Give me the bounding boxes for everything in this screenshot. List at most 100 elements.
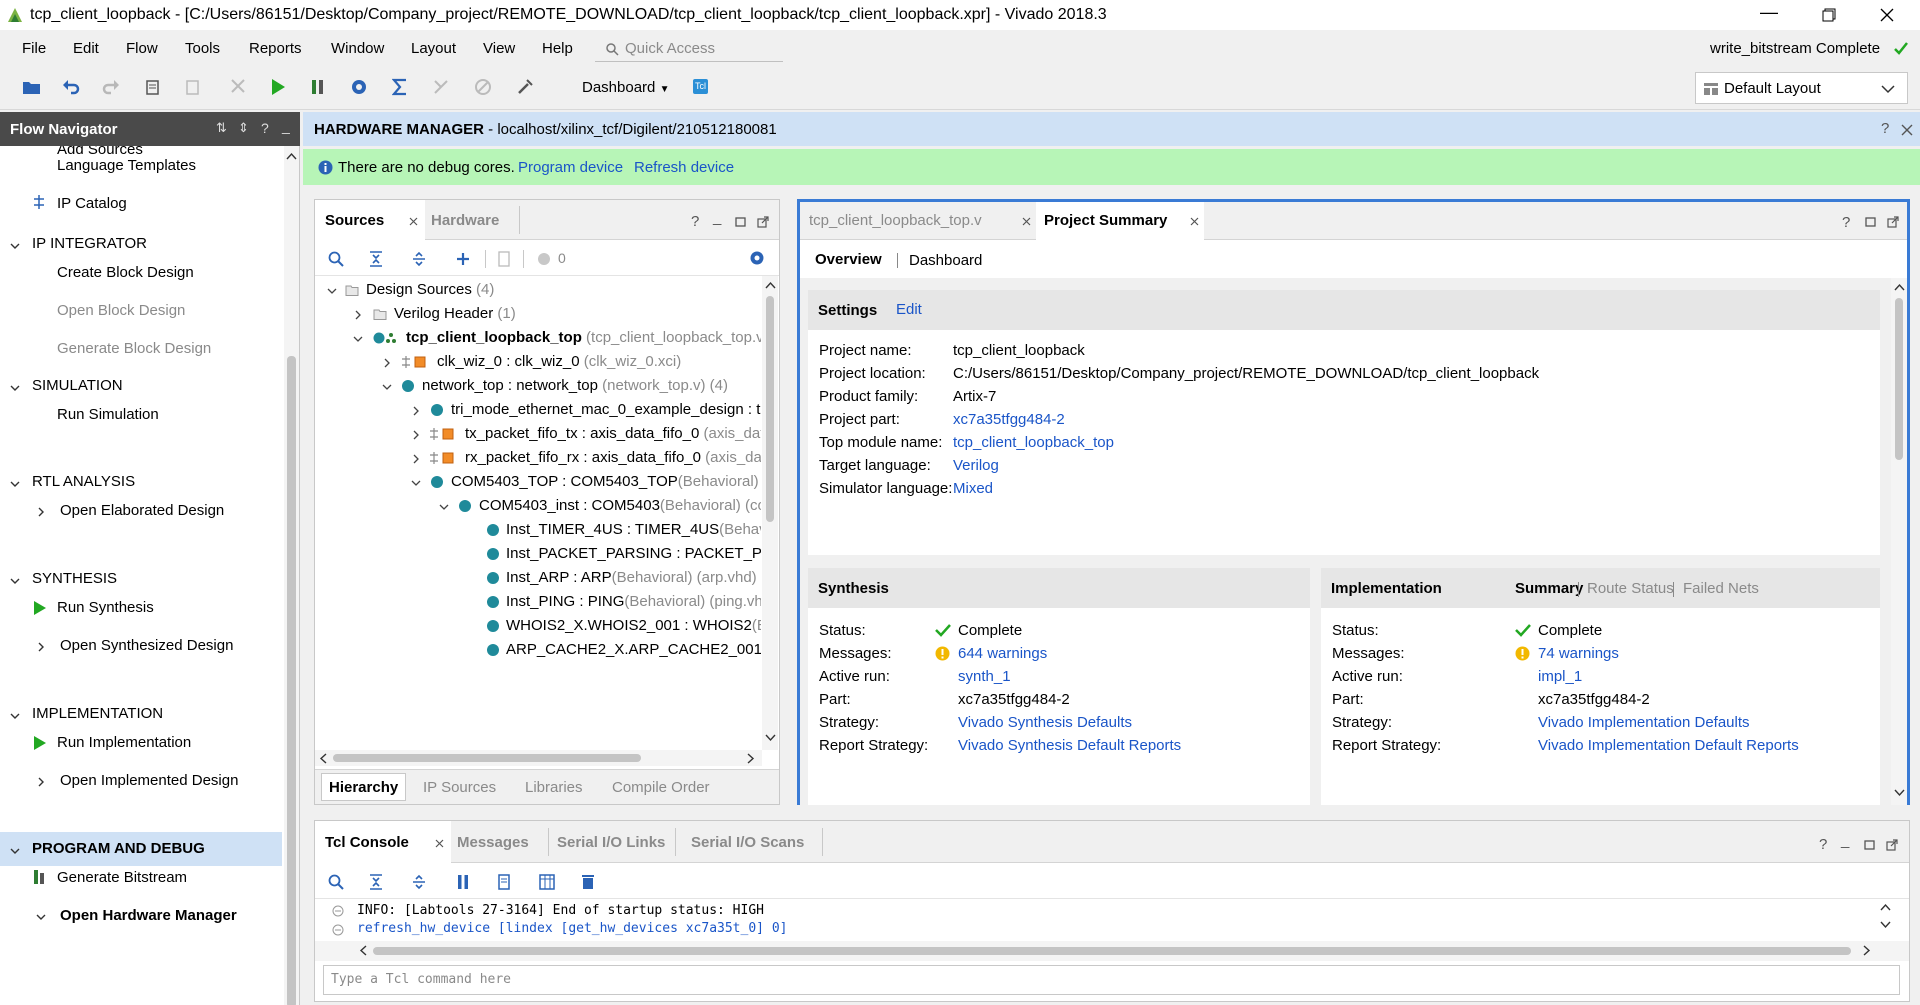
add-sources-icon[interactable] — [455, 251, 471, 267]
nav-run-implementation[interactable]: Run Implementation — [57, 734, 191, 751]
impl-tab-failed-nets[interactable]: Failed Nets — [1683, 580, 1759, 597]
menu-view[interactable]: View — [483, 40, 515, 57]
nav-open-implemented-design[interactable]: Open Implemented Design — [60, 772, 238, 789]
scroll-thumb[interactable] — [287, 356, 296, 1005]
menu-file[interactable]: File — [22, 40, 46, 57]
minimize-button[interactable]: — — [1760, 2, 1778, 23]
tcl-icon[interactable]: Tcl — [693, 79, 708, 94]
expand-all-icon[interactable] — [412, 874, 426, 890]
float-icon[interactable] — [1887, 216, 1899, 228]
nav-open-elaborated-design[interactable]: Open Elaborated Design — [60, 502, 224, 519]
tab-serial-io-links[interactable]: Serial I/O Links — [557, 834, 665, 851]
restore-button[interactable] — [1822, 8, 1836, 22]
tab-libraries[interactable]: Libraries — [525, 779, 583, 796]
tree-com5403-top[interactable]: COM5403_TOP : COM5403_TOP(Behavioral) ( — [451, 473, 761, 490]
summary-vscroll[interactable] — [1891, 278, 1907, 805]
close-icon[interactable] — [409, 217, 418, 226]
float-icon[interactable] — [757, 216, 769, 228]
section-simulation[interactable]: SIMULATION — [32, 377, 123, 394]
synth-strategy-link[interactable]: Vivado Synthesis Defaults — [958, 714, 1132, 731]
tree-com5403-inst[interactable]: COM5403_inst : COM5403(Behavioral) (co — [479, 497, 761, 514]
copy-icon[interactable] — [497, 874, 511, 890]
dashboard-dropdown[interactable]: Dashboard ▼ — [582, 79, 669, 96]
ban-icon[interactable] — [474, 78, 492, 96]
impl-run-link[interactable]: impl_1 — [1538, 668, 1582, 685]
tree-ping[interactable]: Inst_PING : PING(Behavioral) (ping.vhd — [506, 593, 761, 610]
chevron-down-icon[interactable] — [10, 846, 20, 856]
tree-ethernet-mac[interactable]: tri_mode_ethernet_mac_0_example_design :… — [451, 401, 761, 418]
menu-tools[interactable]: Tools — [185, 40, 220, 57]
close-icon[interactable] — [1190, 217, 1199, 226]
tab-hierarchy[interactable]: Hierarchy — [329, 779, 398, 796]
delete-icon[interactable] — [230, 78, 246, 94]
collapse-block-icon[interactable] — [332, 924, 344, 936]
chevron-down-icon[interactable] — [353, 334, 363, 344]
chevron-right-icon[interactable] — [411, 406, 421, 416]
chevron-down-icon[interactable] — [36, 912, 46, 922]
chevron-right-icon[interactable] — [36, 777, 46, 787]
pause-icon[interactable] — [457, 874, 469, 890]
chevron-down-icon[interactable] — [411, 478, 421, 488]
chevron-down-icon[interactable] — [10, 711, 20, 721]
close-icon[interactable] — [435, 839, 444, 848]
collapse-block-icon[interactable] — [332, 905, 344, 917]
sigma-icon[interactable] — [392, 78, 408, 96]
menu-window[interactable]: Window — [331, 40, 384, 57]
program-device-link[interactable]: Program device — [518, 159, 623, 176]
wrench-icon[interactable] — [516, 78, 534, 96]
menu-edit[interactable]: Edit — [73, 40, 99, 57]
copy-icon[interactable] — [145, 78, 161, 96]
section-program-and-debug[interactable]: PROGRAM AND DEBUG — [32, 840, 205, 857]
paste-icon[interactable] — [185, 78, 201, 96]
expand-all-icon[interactable] — [412, 251, 426, 267]
settings-gear-icon[interactable] — [350, 78, 368, 96]
scroll-right-icon[interactable] — [1863, 945, 1871, 956]
help-icon[interactable]: ? — [261, 120, 269, 136]
subtab-overview[interactable]: Overview — [815, 251, 882, 268]
target-language-link[interactable]: Verilog — [953, 457, 999, 474]
chevron-right-icon[interactable] — [36, 507, 46, 517]
close-window-button[interactable] — [1880, 8, 1894, 22]
menu-reports[interactable]: Reports — [249, 40, 302, 57]
tree-verilog-header[interactable]: Verilog Header (1) — [394, 305, 516, 322]
chevron-down-icon[interactable] — [10, 383, 20, 393]
tab-serial-io-scans[interactable]: Serial I/O Scans — [691, 834, 804, 851]
scroll-thumb[interactable] — [333, 754, 641, 762]
collapse-all-icon[interactable]: ⇅ — [216, 120, 227, 136]
subtab-dashboard[interactable]: Dashboard — [909, 252, 982, 269]
tab-ip-sources[interactable]: IP Sources — [423, 779, 496, 796]
chevron-down-icon[interactable] — [10, 576, 20, 586]
nav-run-synthesis[interactable]: Run Synthesis — [57, 599, 154, 616]
search-icon[interactable] — [328, 251, 344, 267]
properties-icon[interactable] — [497, 251, 511, 267]
tree-whois2[interactable]: WHOIS2_X.WHOIS2_001 : WHOIS2(B — [506, 617, 761, 634]
help-icon[interactable]: ? — [691, 213, 699, 230]
menu-help[interactable]: Help — [542, 40, 573, 57]
chevron-down-icon[interactable] — [382, 382, 392, 392]
minimize-panel-icon[interactable]: _ — [1841, 832, 1849, 849]
maximize-icon[interactable] — [735, 217, 746, 227]
maximize-icon[interactable] — [1864, 840, 1875, 850]
scroll-left-icon[interactable] — [359, 945, 367, 956]
chevron-down-icon[interactable] — [327, 286, 337, 296]
scroll-down-icon[interactable] — [1880, 921, 1891, 929]
synth-report-strategy-link[interactable]: Vivado Synthesis Default Reports — [958, 737, 1181, 754]
nav-ip-catalog[interactable]: IP Catalog — [57, 195, 127, 212]
tree-tx-fifo[interactable]: tx_packet_fifo_tx : axis_data_fifo_0 (ax… — [465, 425, 761, 442]
impl-report-strategy-link[interactable]: Vivado Implementation Default Reports — [1538, 737, 1799, 754]
chevron-right-icon[interactable] — [353, 310, 363, 320]
cross-probe-icon[interactable] — [432, 78, 450, 96]
scroll-up-icon[interactable] — [1894, 283, 1905, 291]
nav-generate-block-design[interactable]: Generate Block Design — [57, 340, 211, 357]
collapse-all-icon[interactable] — [369, 874, 383, 890]
section-synthesis[interactable]: SYNTHESIS — [32, 570, 117, 587]
search-icon[interactable] — [328, 874, 344, 890]
nav-create-block-design[interactable]: Create Block Design — [57, 264, 194, 281]
impl-strategy-link[interactable]: Vivado Implementation Defaults — [1538, 714, 1750, 731]
chevron-right-icon[interactable] — [411, 430, 421, 440]
sources-hscroll[interactable] — [315, 750, 762, 766]
section-ip-integrator[interactable]: IP INTEGRATOR — [32, 235, 147, 252]
scroll-up-icon[interactable] — [286, 152, 297, 160]
tab-hardware[interactable]: Hardware — [431, 212, 499, 229]
tree-arp-cache2[interactable]: ARP_CACHE2_X.ARP_CACHE2_001 : — [506, 641, 761, 658]
